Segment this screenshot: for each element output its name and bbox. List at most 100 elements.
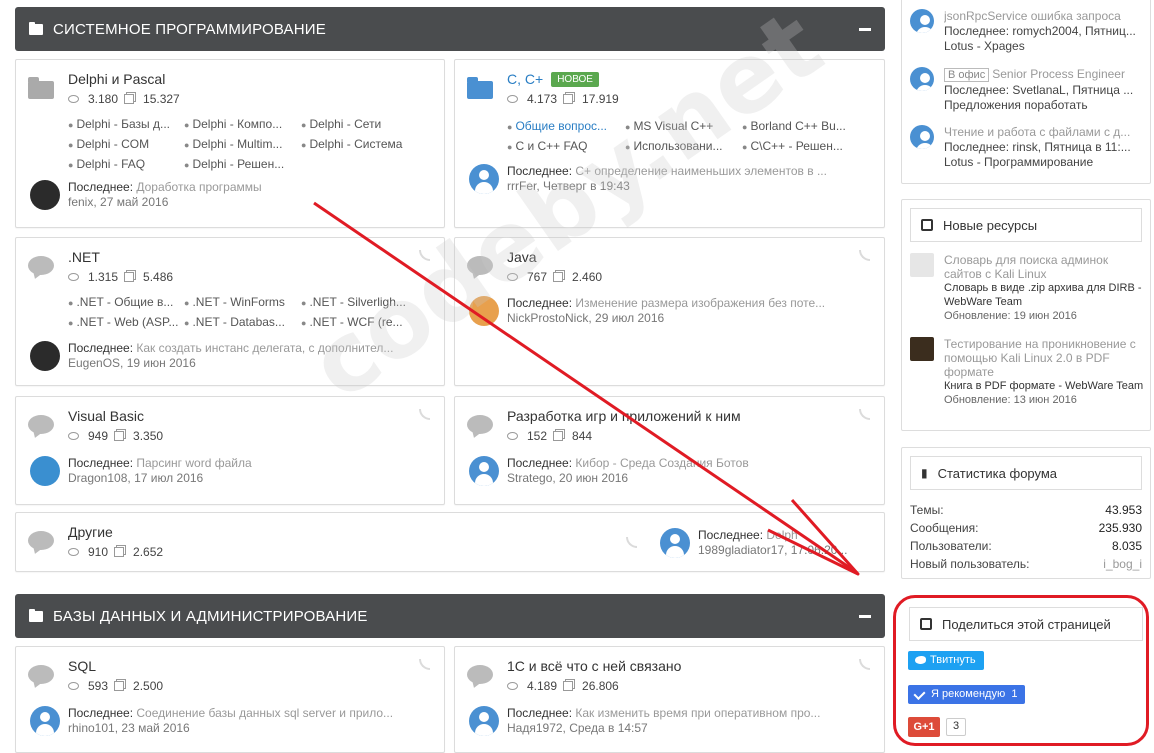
forum-node-dotnet[interactable]: .NET 1.315 5.486 .NET - Общие в... .NET …: [15, 237, 445, 386]
thread-title[interactable]: jsonRpcService ошибка запроса: [944, 9, 1144, 24]
forum-title[interactable]: Java: [507, 249, 537, 265]
last-thread-link[interactable]: Как изменить время при оперативном про..…: [575, 706, 820, 720]
forum-title[interactable]: Delphi и Pascal: [68, 71, 165, 87]
rss-icon[interactable]: [859, 409, 870, 420]
avatar[interactable]: [660, 528, 690, 558]
collapse-icon[interactable]: [859, 614, 871, 618]
subforum-link[interactable]: .NET - Общие в...: [68, 295, 184, 309]
subforum-link[interactable]: MS Visual C++: [625, 119, 742, 133]
rss-icon[interactable]: [626, 537, 637, 548]
avatar[interactable]: [910, 67, 934, 91]
forum-node-1c[interactable]: 1С и всё что с ней связано 4.189 26.806 …: [454, 646, 885, 753]
thread-title[interactable]: Senior Process Engineer: [992, 67, 1125, 81]
collapse-icon[interactable]: [859, 27, 871, 31]
thread-title[interactable]: Чтение и работа с файлами с д...: [944, 125, 1144, 140]
avatar[interactable]: [469, 706, 499, 736]
recent-thread-item[interactable]: jsonRpcService ошибка запроса Последнее:…: [910, 9, 1144, 54]
forum-title[interactable]: .NET: [68, 249, 100, 265]
last-user[interactable]: rrrFer: [507, 179, 536, 193]
recommend-button[interactable]: Я рекомендую 1: [908, 685, 1026, 704]
forum-title[interactable]: SQL: [68, 658, 96, 674]
rss-icon[interactable]: [419, 409, 430, 420]
thread-forum[interactable]: Lotus - Xpages: [944, 39, 1144, 54]
last-user[interactable]: Надя1972: [507, 721, 563, 735]
subforum-link[interactable]: Delphi - Базы д...: [68, 117, 184, 131]
resource-item[interactable]: Тестирование на проникновение с помощью …: [910, 337, 1144, 407]
avatar[interactable]: [30, 180, 60, 210]
forum-title[interactable]: Другие: [68, 524, 113, 540]
avatar[interactable]: [469, 296, 499, 326]
avatar[interactable]: [910, 125, 934, 149]
forum-node-delphi[interactable]: Delphi и Pascal 3.180 15.327 Delphi - Ба…: [15, 59, 445, 228]
gplus-button[interactable]: G+1: [908, 717, 940, 737]
subforum-link[interactable]: Borland C++ Bu...: [742, 119, 852, 133]
resource-thumbnail[interactable]: [910, 253, 934, 277]
last-thread-link[interactable]: C+ определение наименьших элементов в ..…: [575, 164, 827, 178]
new-user-link[interactable]: i_bog_i: [1103, 557, 1142, 571]
avatar[interactable]: [469, 164, 499, 194]
last-user[interactable]: NickProstoNick: [507, 311, 588, 325]
forum-node-games[interactable]: Разработка игр и приложений к ним 152 84…: [454, 396, 885, 505]
subforum-link[interactable]: Delphi - Компо...: [184, 117, 301, 131]
forum-node-vb[interactable]: Visual Basic 949 3.350 Последнее: Парсин…: [15, 396, 445, 505]
forum-title-text[interactable]: C, C+: [507, 71, 543, 87]
subforum-link[interactable]: Delphi - Решен...: [184, 157, 301, 171]
thread-forum[interactable]: Lotus - Программирование: [944, 155, 1144, 170]
subforum-link[interactable]: Delphi - Система: [301, 137, 421, 151]
last-thread-link[interactable]: Как создать инстанс делегата, с дополнит…: [136, 341, 393, 355]
forum-node-other[interactable]: Другие 910 2.652 Последнее: Delph 1989gl…: [15, 512, 885, 572]
last-thread-link[interactable]: Delph: [766, 528, 797, 542]
avatar[interactable]: [30, 706, 60, 736]
subforum-link[interactable]: C\C++ - Решен...: [742, 139, 852, 153]
last-thread-link[interactable]: Кибор - Среда Создания Ботов: [575, 456, 748, 470]
last-thread-link[interactable]: Соединение базы данных sql server и прил…: [136, 706, 393, 720]
resource-title[interactable]: Тестирование на проникновение с помощью …: [944, 337, 1144, 379]
last-user[interactable]: Dragon108: [68, 471, 127, 485]
subforum-link[interactable]: Delphi - Сети: [301, 117, 421, 131]
subforum-link[interactable]: C и C++ FAQ: [507, 139, 625, 153]
forum-title[interactable]: C, C+ НОВОЕ: [507, 71, 599, 87]
subforum-link[interactable]: .NET - WinForms: [184, 295, 301, 309]
rss-icon[interactable]: [859, 250, 870, 261]
subforum-link[interactable]: Общие вопрос...: [507, 119, 625, 133]
category-bar-databases[interactable]: БАЗЫ ДАННЫХ И АДМИНИСТРИРОВАНИЕ: [15, 594, 885, 638]
subforum-link[interactable]: Delphi - COM: [68, 137, 184, 151]
last-user[interactable]: rhino101: [68, 721, 115, 735]
recent-thread-item[interactable]: Чтение и работа с файлами с д... Последн…: [910, 125, 1144, 170]
subforum-link[interactable]: .NET - WCF (re...: [301, 315, 421, 329]
subforum-link[interactable]: .NET - Databas...: [184, 315, 301, 329]
resource-item[interactable]: Словарь для поиска админок сайтов с Kali…: [910, 253, 1144, 323]
resource-title[interactable]: Словарь для поиска админок сайтов с Kali…: [944, 253, 1144, 281]
forum-node-sql[interactable]: SQL 593 2.500 Последнее: Соединение базы…: [15, 646, 445, 753]
forum-title[interactable]: Visual Basic: [68, 408, 144, 424]
last-user[interactable]: EugenOS: [68, 356, 120, 370]
tweet-button[interactable]: Твитнуть: [908, 651, 984, 670]
forum-node-cpp[interactable]: C, C+ НОВОЕ 4.173 17.919 Общие вопрос... …: [454, 59, 885, 228]
rss-icon[interactable]: [859, 659, 870, 670]
last-user[interactable]: fenix: [68, 195, 93, 209]
avatar[interactable]: [910, 9, 934, 33]
forum-title[interactable]: 1С и всё что с ней связано: [507, 658, 681, 674]
last-thread-link[interactable]: Доработка программы: [136, 180, 261, 194]
resource-thumbnail[interactable]: [910, 337, 934, 361]
last-user[interactable]: 1989gladiator17: [698, 543, 784, 557]
last-thread-link[interactable]: Парсинг word файла: [136, 456, 251, 470]
forum-node-java[interactable]: Java 767 2.460 Последнее: Изменение разм…: [454, 237, 885, 386]
subforum-link[interactable]: Delphi - FAQ: [68, 157, 184, 171]
avatar[interactable]: [30, 456, 60, 486]
thread-forum[interactable]: Предложения поработать: [944, 98, 1144, 113]
forum-title[interactable]: Разработка игр и приложений к ним: [507, 408, 741, 424]
subforum-link[interactable]: .NET - Web (ASP...: [68, 315, 184, 329]
rss-icon[interactable]: [419, 659, 430, 670]
subforum-link[interactable]: .NET - Silverligh...: [301, 295, 421, 309]
subforum-link[interactable]: Delphi - Multim...: [184, 137, 301, 151]
last-user[interactable]: Stratego: [507, 471, 552, 485]
rss-icon[interactable]: [419, 250, 430, 261]
subforum-link[interactable]: Использовани...: [625, 139, 742, 153]
category-bar-system-programming[interactable]: СИСТЕМНОЕ ПРОГРАММИРОВАНИЕ: [15, 7, 885, 51]
last-post: Последнее: Соединение базы данных sql se…: [30, 706, 393, 736]
recent-thread-item[interactable]: В офис Senior Process Engineer Последнее:…: [910, 67, 1144, 113]
avatar[interactable]: [469, 456, 499, 486]
last-thread-link[interactable]: Изменение размера изображения без поте..…: [575, 296, 825, 310]
avatar[interactable]: [30, 341, 60, 371]
